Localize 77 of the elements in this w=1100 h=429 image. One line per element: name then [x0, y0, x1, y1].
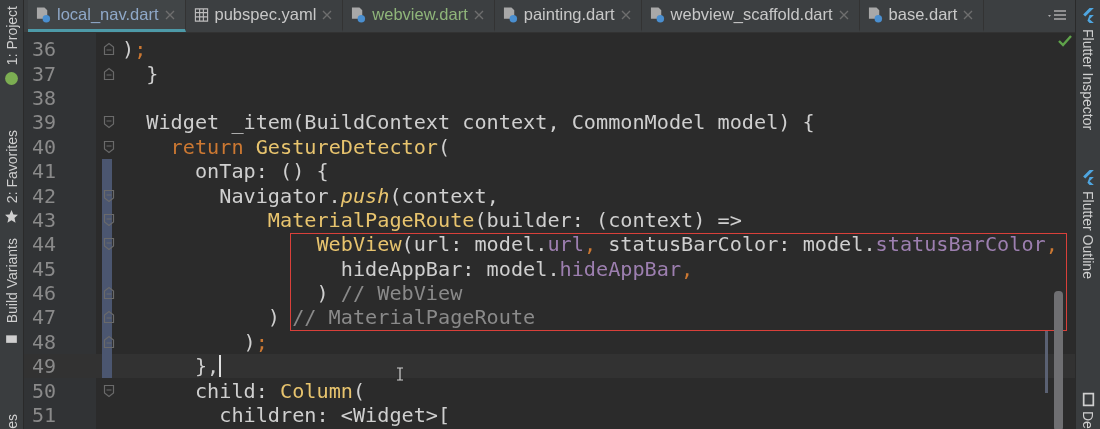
scrollbar-thumb[interactable] [1054, 291, 1063, 429]
check-icon [1058, 35, 1072, 47]
fold-icon[interactable] [103, 188, 115, 203]
tool-window-tab[interactable]: De [1080, 411, 1096, 429]
text-cursor-icon [396, 367, 404, 381]
line-number: 51 [32, 403, 57, 428]
code-line: WebView(url: model.url, statusBarColor: model.statusBarColor, [315, 232, 1058, 257]
tool-window-tab[interactable]: 2: Favorites [3, 130, 20, 204]
code-line: onTap: () { [193, 159, 329, 184]
code-line: child: Column( [193, 378, 366, 403]
file-tab[interactable]: webview.dart [343, 0, 495, 32]
text-caret [219, 355, 222, 378]
line-number: 42 [32, 183, 57, 208]
line-number: 50 [32, 378, 57, 403]
tool-window-tab[interactable]: 1: Project [3, 6, 20, 66]
dart-file-icon [867, 5, 883, 24]
code-line: Widget _item(BuildContext context, CommonModel model) { [145, 110, 815, 135]
code-line: ) // WebView [315, 281, 463, 306]
fold-icon[interactable] [103, 310, 115, 325]
flutter-icon [1081, 170, 1095, 186]
line-number: 47 [32, 305, 57, 330]
table-file-icon [193, 5, 209, 24]
fold-icon[interactable] [103, 212, 115, 227]
dart-file-icon [36, 5, 51, 24]
device-icon [1081, 392, 1095, 408]
code-line: hideAppBar: model.hideAppBar, [339, 256, 694, 281]
fold-icon[interactable] [103, 383, 115, 398]
line-number: 39 [32, 110, 57, 135]
fold-icon[interactable] [103, 115, 115, 130]
tool-window-tab[interactable]: Flutter Inspector [1080, 29, 1096, 131]
line-number: 41 [32, 159, 57, 184]
close-icon[interactable] [473, 9, 484, 20]
fold-icon[interactable] [103, 42, 115, 57]
file-tab[interactable]: local_nav.dart [28, 0, 186, 32]
close-icon[interactable] [838, 9, 849, 20]
tool-window-tab[interactable]: es [3, 414, 20, 429]
code-line: children: <Widget>[ [218, 403, 451, 428]
code-line: ); [242, 329, 268, 354]
fold-icon[interactable] [103, 66, 115, 81]
file-tab[interactable]: painting.dart [494, 0, 642, 32]
line-number: 49 [32, 354, 57, 379]
scroll-marker [1045, 331, 1048, 393]
close-icon[interactable] [164, 9, 175, 20]
code-line: return GestureDetector( [169, 134, 451, 159]
line-number: 36 [32, 37, 57, 62]
code-line: Navigator.push(context, [218, 183, 499, 208]
code-line: ) // MaterialPageRoute [266, 305, 536, 330]
line-number: 37 [32, 61, 57, 86]
close-icon[interactable] [963, 9, 974, 20]
tool-window-tab[interactable]: Build Variants [3, 238, 20, 324]
line-number: 46 [32, 281, 57, 306]
file-tab[interactable]: webview_scaffold.dart [641, 0, 860, 32]
line-number: 38 [32, 85, 57, 110]
flutter-icon [1081, 8, 1095, 23]
line-number: 45 [32, 256, 57, 281]
file-tab[interactable]: base.dart [859, 0, 985, 32]
star-icon [4, 209, 19, 225]
code-line: ); [122, 37, 147, 62]
line-number: 43 [32, 207, 57, 232]
line-number: 40 [32, 134, 57, 159]
close-icon[interactable] [322, 9, 333, 20]
code-line: } [145, 61, 159, 86]
code-line: MaterialPageRoute(builder: (context) => [266, 207, 742, 232]
dart-file-icon [351, 5, 367, 24]
line-number: 44 [32, 232, 57, 257]
dart-file-icon [649, 5, 665, 24]
tool-window-tab[interactable]: Flutter Outline [1080, 191, 1096, 280]
tab-list-icon[interactable] [1047, 9, 1069, 23]
file-tab[interactable]: pubspec.yaml [185, 0, 344, 32]
dart-file-icon [502, 5, 518, 24]
line-number: 48 [32, 329, 57, 354]
fold-icon[interactable] [103, 237, 115, 252]
code-line: }, [193, 354, 220, 379]
fold-icon[interactable] [103, 286, 115, 301]
fold-icon[interactable] [103, 139, 115, 154]
close-icon[interactable] [620, 9, 631, 20]
fold-icon[interactable] [103, 334, 115, 349]
